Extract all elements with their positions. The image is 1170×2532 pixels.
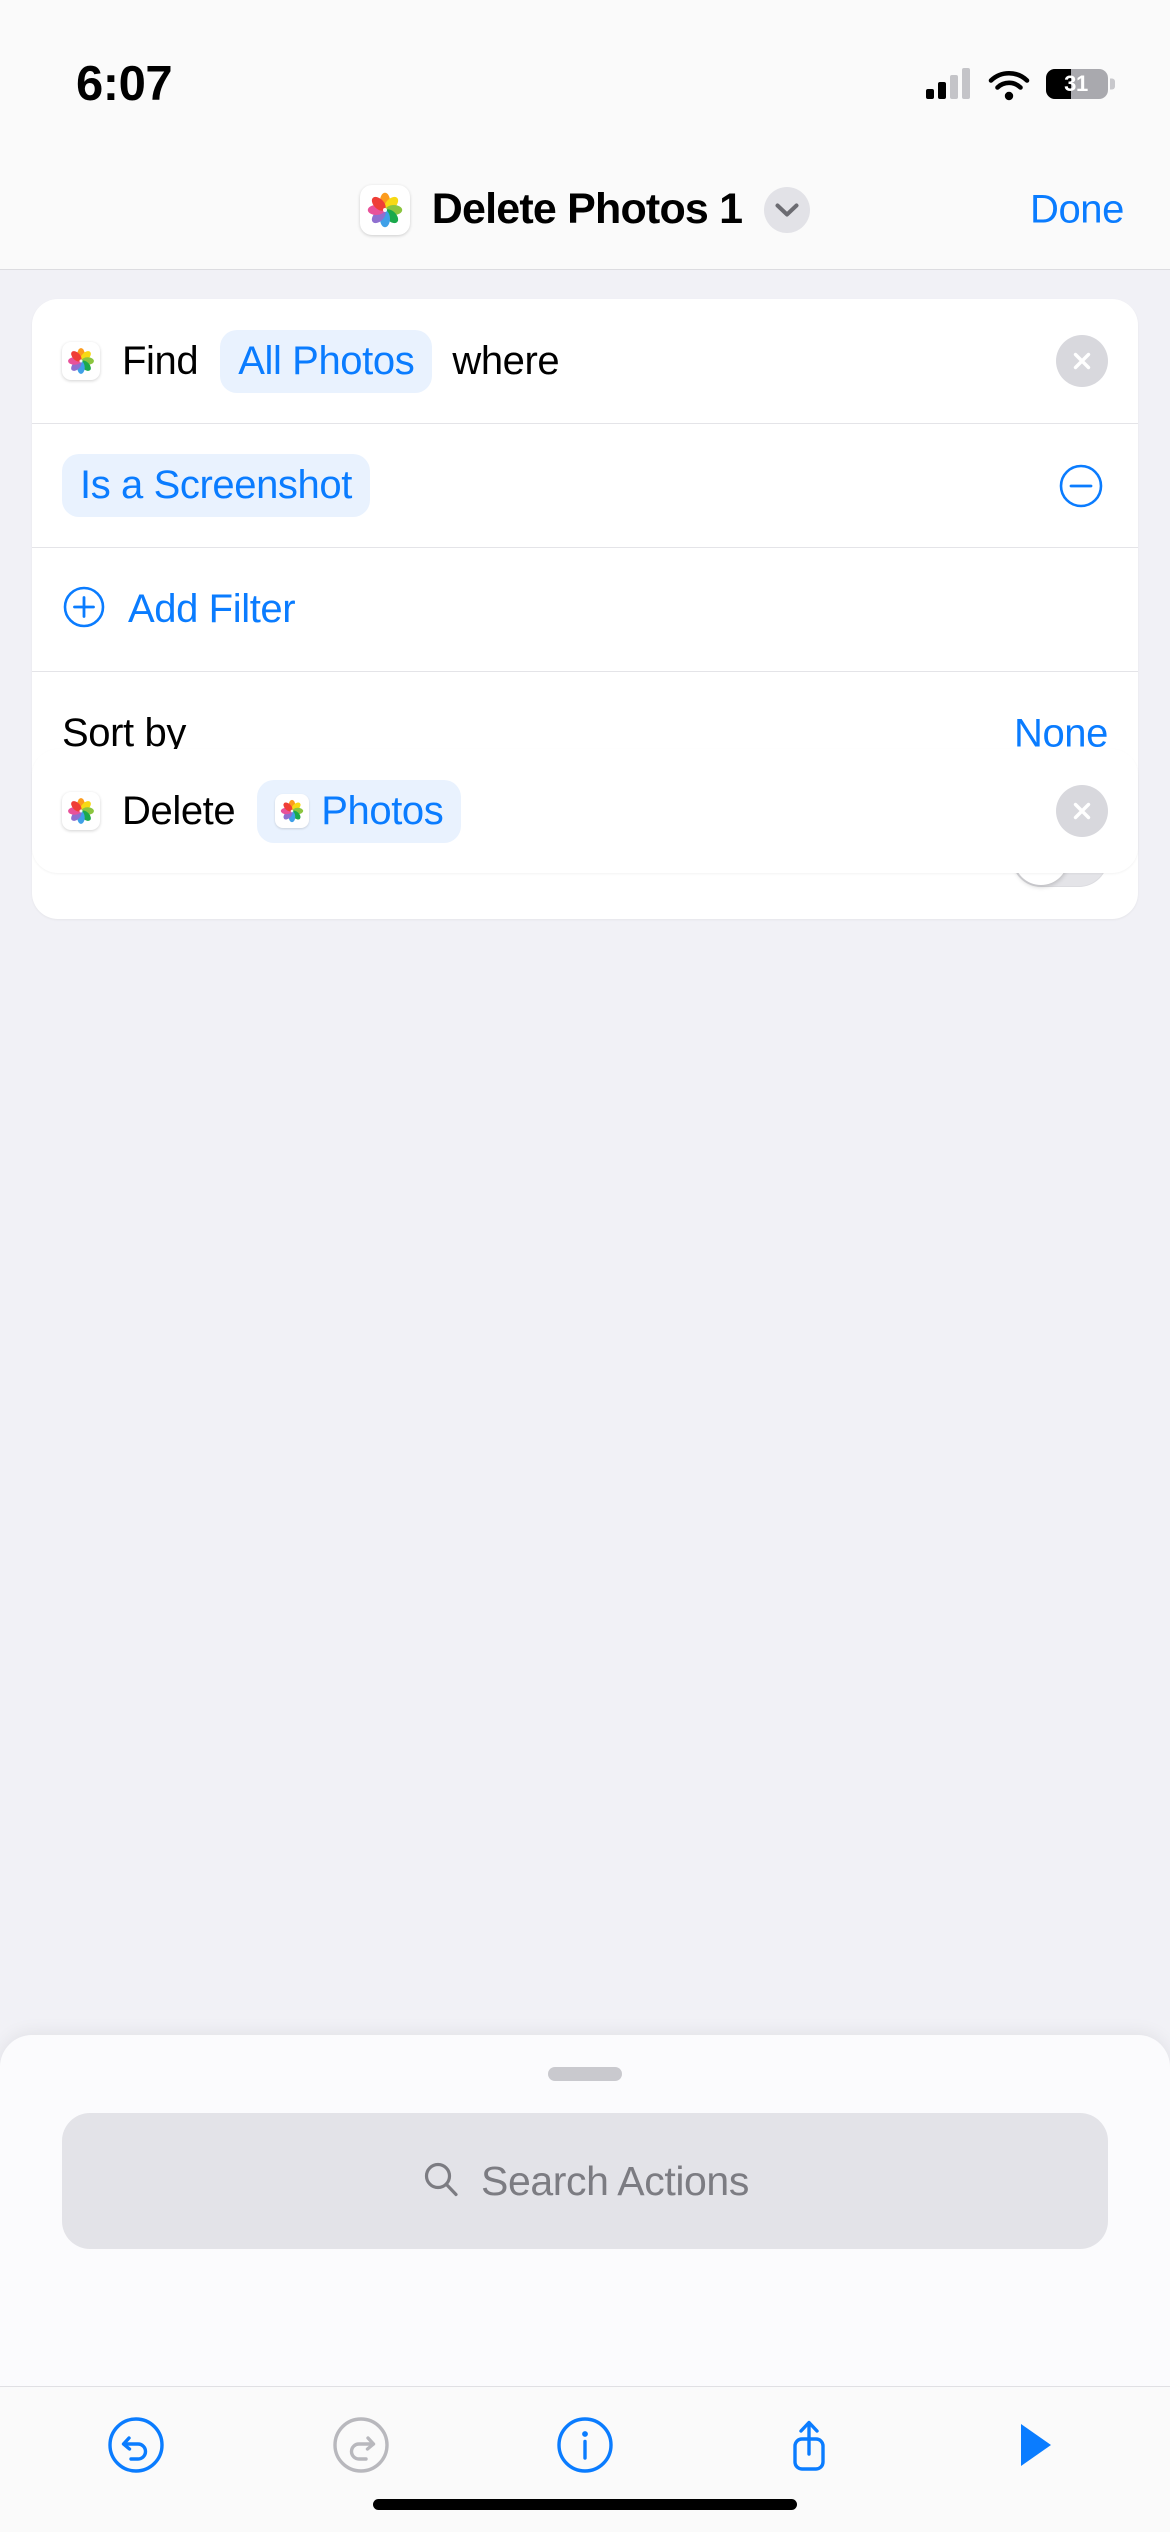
add-filter-row[interactable]: Add Filter <box>32 547 1138 671</box>
close-icon[interactable] <box>1056 335 1108 387</box>
delete-action-header-row[interactable]: Delete <box>32 749 1138 873</box>
page-title: Delete Photos 1 <box>432 185 743 234</box>
find-action-header-row[interactable]: Find All Photos where <box>32 299 1138 423</box>
status-indicators: 31 <box>926 51 1108 99</box>
play-button[interactable] <box>984 2395 1084 2495</box>
battery-icon: 31 <box>1046 69 1108 99</box>
undo-button[interactable] <box>86 2395 186 2495</box>
shortcuts-editor-screen: 6:07 31 <box>0 0 1170 2532</box>
filter-row-is-a-screenshot[interactable]: Is a Screenshot <box>32 423 1138 547</box>
minus-circle-icon[interactable] <box>1058 463 1104 509</box>
add-filter-label: Add Filter <box>128 587 295 632</box>
shortcut-title-group[interactable]: Delete Photos 1 <box>360 185 811 235</box>
photos-app-icon <box>360 185 410 235</box>
done-button[interactable]: Done <box>1030 187 1124 232</box>
close-icon[interactable] <box>1056 785 1108 837</box>
photos-token[interactable]: Photos <box>257 780 461 843</box>
is-a-screenshot-token[interactable]: Is a Screenshot <box>62 454 370 517</box>
wifi-icon <box>988 69 1028 99</box>
photos-app-icon <box>62 342 100 380</box>
home-indicator <box>373 2499 797 2510</box>
plus-circle-icon <box>62 585 106 634</box>
delete-lead-text: Delete <box>122 789 235 834</box>
delete-photos-action[interactable]: Delete <box>32 749 1138 873</box>
chevron-down-icon[interactable] <box>764 187 810 233</box>
navigation-bar: Delete Photos 1 Done <box>0 150 1170 270</box>
search-input[interactable]: Search Actions <box>62 2113 1108 2249</box>
find-tail-text: where <box>452 339 559 384</box>
search-icon <box>421 2159 461 2204</box>
redo-button[interactable] <box>311 2395 411 2495</box>
bottom-toolbar <box>0 2386 1170 2532</box>
status-time: 6:07 <box>76 38 172 112</box>
share-button[interactable] <box>759 2395 859 2495</box>
sheet-grabber[interactable] <box>548 2067 622 2081</box>
info-button[interactable] <box>535 2395 635 2495</box>
all-photos-token[interactable]: All Photos <box>220 330 432 393</box>
search-placeholder: Search Actions <box>481 2158 749 2205</box>
cellular-bars-icon <box>926 69 970 99</box>
find-lead-text: Find <box>122 339 198 384</box>
photos-app-icon <box>275 794 309 828</box>
actions-sheet: Search Actions <box>0 2035 1170 2386</box>
photos-app-icon <box>62 792 100 830</box>
photos-token-label: Photos <box>321 789 443 834</box>
status-bar: 6:07 31 <box>0 0 1170 150</box>
battery-percent: 31 <box>1046 69 1108 99</box>
